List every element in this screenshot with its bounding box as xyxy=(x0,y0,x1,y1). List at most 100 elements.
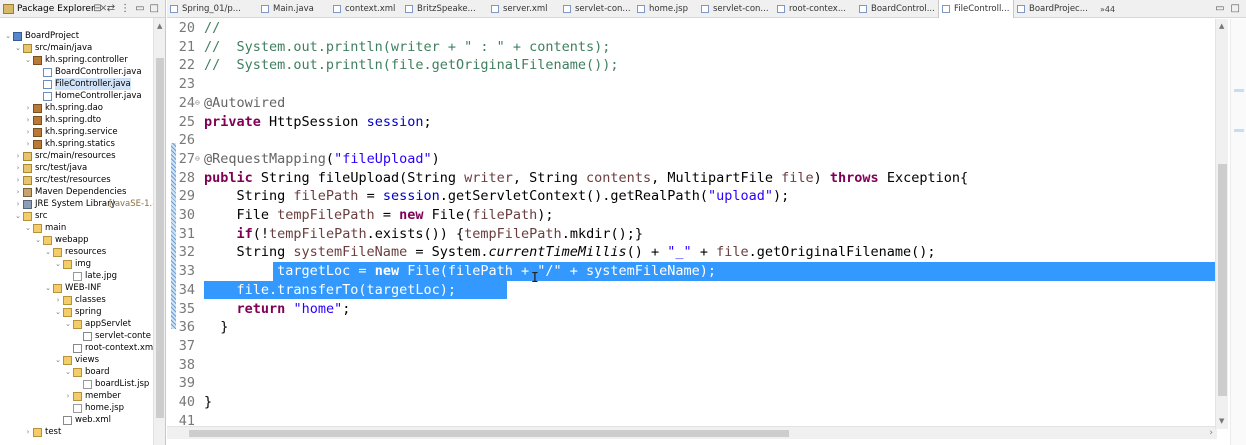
expand-open-icon[interactable]: ⌄ xyxy=(54,306,62,318)
tree-item[interactable]: ⌄ spring xyxy=(0,306,153,318)
horizontal-scroll-thumb[interactable] xyxy=(189,430,789,437)
code-line[interactable]: 39 xyxy=(167,374,1207,393)
tree-item[interactable]: BoardController.java xyxy=(0,66,153,78)
code-line[interactable]: 35 return "home"; xyxy=(167,300,1207,319)
collapse-all-icon[interactable]: ⊟ xyxy=(93,3,101,14)
code-line[interactable]: 25 private HttpSession session; xyxy=(167,113,1207,132)
maximize-editor-icon[interactable]: □ xyxy=(1231,3,1240,14)
code-line[interactable]: 36 } xyxy=(167,318,1207,337)
editor-tab[interactable]: servlet-con... xyxy=(698,0,774,18)
editor-tab[interactable]: Spring_01/p... xyxy=(167,0,258,18)
tree-item[interactable]: ⌄ main xyxy=(0,222,153,234)
minimize-icon[interactable]: ▭ xyxy=(135,3,144,14)
tree-item[interactable]: › classes xyxy=(0,294,153,306)
expand-closed-icon[interactable]: › xyxy=(24,426,32,438)
code-line[interactable]: 22 // System.out.println(file.getOriginal… xyxy=(167,56,1207,75)
expand-open-icon[interactable]: ⌄ xyxy=(64,366,72,378)
tree-item[interactable]: ⌄ src xyxy=(0,210,153,222)
code-line[interactable]: 34 file.transferTo(targetLoc); xyxy=(167,281,1207,300)
tree-item[interactable]: › Maven Dependencies xyxy=(0,186,153,198)
editor-tab[interactable]: root-contex... xyxy=(774,0,856,18)
expand-closed-icon[interactable]: › xyxy=(14,162,22,174)
expand-closed-icon[interactable]: › xyxy=(24,126,32,138)
code-line[interactable]: 20 // xyxy=(167,19,1207,38)
code-line[interactable]: 24 ⊖ @Autowired xyxy=(167,94,1207,113)
code-editor[interactable]: 20 // 21 // System.out.println(writer + " :… xyxy=(167,19,1246,445)
expand-closed-icon[interactable]: › xyxy=(14,150,22,162)
overview-ruler[interactable] xyxy=(1230,19,1246,445)
tree-item[interactable]: › kh.spring.statics xyxy=(0,138,153,150)
code-line[interactable]: 28 public String fileUpload(String writer… xyxy=(167,169,1207,188)
tree-item[interactable]: ⌄ views xyxy=(0,354,153,366)
tree-item[interactable]: ⌄ board xyxy=(0,366,153,378)
code-line[interactable]: 38 xyxy=(167,356,1207,375)
tree-item[interactable]: root-context.xm xyxy=(0,342,153,354)
tree-item[interactable]: boardList.jsp xyxy=(0,378,153,390)
scroll-right-icon[interactable]: › xyxy=(1209,427,1213,440)
horizontal-scrollbar[interactable]: ‹ › xyxy=(167,426,1217,439)
expand-open-icon[interactable]: ⌄ xyxy=(24,222,32,234)
tree-item[interactable]: ⌄ webapp xyxy=(0,234,153,246)
editor-tab[interactable]: server.xml xyxy=(488,0,560,18)
maximize-icon[interactable]: □ xyxy=(150,3,159,14)
code-line[interactable]: 31 if(!tempFilePath.exists()) {tempFileP… xyxy=(167,225,1207,244)
tree-item[interactable]: home.jsp xyxy=(0,402,153,414)
expand-open-icon[interactable]: ⌄ xyxy=(54,354,62,366)
expand-closed-icon[interactable]: › xyxy=(54,294,62,306)
fold-toggle-icon[interactable]: ⊖ xyxy=(195,150,200,169)
tree-item[interactable]: › member xyxy=(0,390,153,402)
tree-item[interactable]: ⌄ appServlet xyxy=(0,318,153,330)
view-menu-icon[interactable]: ⋮ xyxy=(120,3,130,14)
vertical-scrollbar[interactable]: ▲ ▼ xyxy=(1215,19,1228,429)
expand-closed-icon[interactable]: › xyxy=(14,198,22,210)
code-line[interactable]: 21 // System.out.println(writer + " : " +… xyxy=(167,38,1207,57)
tree-item[interactable]: › kh.spring.service xyxy=(0,126,153,138)
tree-item[interactable]: ⌄ BoardProject xyxy=(0,30,153,42)
expand-open-icon[interactable]: ⌄ xyxy=(34,234,42,246)
tree-item[interactable]: ⌄ img xyxy=(0,258,153,270)
tree-item[interactable]: ⌄ kh.spring.controller xyxy=(0,54,153,66)
tree-item[interactable]: › src/test/java xyxy=(0,162,153,174)
tree-item[interactable]: late.jpg xyxy=(0,270,153,282)
explorer-scroll-thumb[interactable] xyxy=(156,58,164,418)
editor-tab[interactable]: BoardProjec... xyxy=(1014,0,1094,18)
overview-marker[interactable] xyxy=(1234,89,1244,92)
expand-open-icon[interactable]: ⌄ xyxy=(24,54,32,66)
expand-closed-icon[interactable]: › xyxy=(24,102,32,114)
code-line[interactable]: 37 xyxy=(167,337,1207,356)
code-line[interactable]: 40} xyxy=(167,393,1207,412)
tree-item[interactable]: ⌄ WEB-INF xyxy=(0,282,153,294)
expand-closed-icon[interactable]: › xyxy=(14,174,22,186)
tree-item[interactable]: web.xml xyxy=(0,414,153,426)
tree-item[interactable]: › kh.spring.dto xyxy=(0,114,153,126)
code-line[interactable]: 29 String filePath = session.getServletC… xyxy=(167,187,1207,206)
explorer-scrollbar[interactable]: ▲ xyxy=(153,18,165,445)
expand-open-icon[interactable]: ⌄ xyxy=(14,42,22,54)
scroll-up-icon[interactable]: ▲ xyxy=(157,22,162,30)
tree-item[interactable]: ⌄ src/main/java xyxy=(0,42,153,54)
code-line[interactable]: 27 ⊖ @RequestMapping("fileUpload") xyxy=(167,150,1207,169)
tree-item[interactable]: › test xyxy=(0,426,153,438)
code-line[interactable]: 30 File tempFilePath = new File(filePath… xyxy=(167,206,1207,225)
expand-open-icon[interactable]: ⌄ xyxy=(54,258,62,270)
editor-tab[interactable]: servlet-con... xyxy=(560,0,634,18)
vertical-scroll-thumb[interactable] xyxy=(1218,164,1227,396)
editor-tab[interactable]: BoardControl... xyxy=(856,0,938,18)
link-with-editor-icon[interactable]: ⇄ xyxy=(107,3,115,14)
scroll-down-icon[interactable]: ▼ xyxy=(1219,417,1224,425)
expand-open-icon[interactable]: ⌄ xyxy=(44,282,52,294)
tree-item[interactable]: FileController.java xyxy=(0,78,153,90)
minimize-editor-icon[interactable]: ▭ xyxy=(1215,3,1224,14)
tree-item[interactable]: › src/main/resources xyxy=(0,150,153,162)
expand-open-icon[interactable]: ⌄ xyxy=(14,210,22,222)
code-line[interactable]: 23 xyxy=(167,75,1207,94)
tree-item[interactable]: › JRE System Library [JavaSE-1.8 xyxy=(0,198,158,210)
expand-open-icon[interactable]: ⌄ xyxy=(44,246,52,258)
tree-item[interactable]: servlet-conte xyxy=(0,330,153,342)
tree-item[interactable]: ⌄ resources xyxy=(0,246,153,258)
tree-item[interactable]: › src/test/resources xyxy=(0,174,153,186)
expand-open-icon[interactable]: ⌄ xyxy=(64,318,72,330)
code-line[interactable]: 26 xyxy=(167,131,1207,150)
tree-item[interactable]: › kh.spring.dao xyxy=(0,102,153,114)
expand-closed-icon[interactable]: › xyxy=(24,114,32,126)
